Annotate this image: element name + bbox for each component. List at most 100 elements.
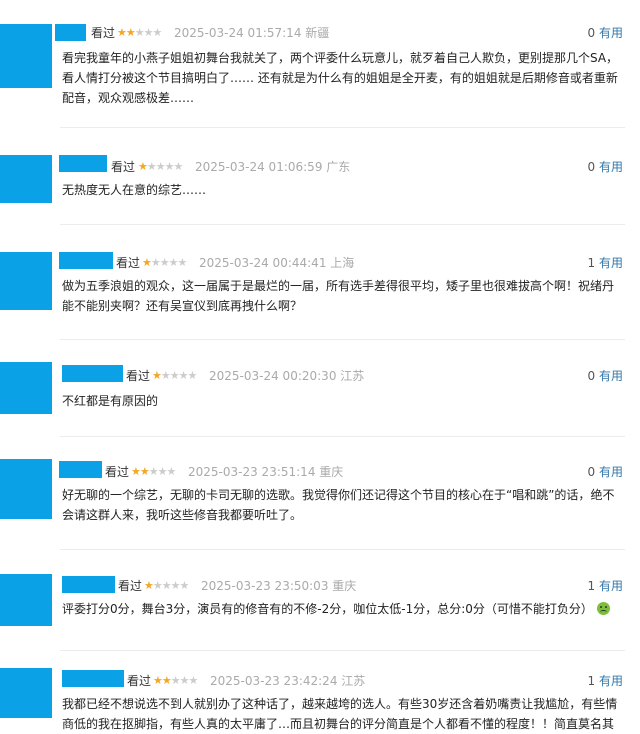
star-empty-icon: ★ — [157, 465, 168, 478]
username[interactable] — [59, 252, 113, 269]
rating-stars: ★★★★★ — [138, 159, 184, 175]
star-empty-icon: ★ — [155, 160, 166, 173]
useful-button[interactable]: 有用 — [599, 369, 623, 383]
username[interactable] — [62, 670, 124, 687]
avatar[interactable] — [0, 252, 52, 310]
watch-status: 看过 — [118, 579, 143, 593]
star-filled-icon: ★ — [153, 674, 163, 687]
useful-count: 1 — [587, 579, 596, 593]
star-empty-icon: ★ — [188, 674, 199, 687]
star-empty-icon: ★ — [148, 465, 159, 478]
rating-stars: ★★★★★ — [144, 578, 190, 594]
useful-vote: 0 有用 — [588, 368, 623, 384]
comment-region: 重庆 — [332, 579, 357, 593]
useful-vote: 1 有用 — [588, 673, 623, 689]
comment-text: 评委打分0分，舞台3分，演员有的修音有的不修-2分，咖位太低-1分，总分:0分（… — [62, 599, 622, 619]
useful-button[interactable]: 有用 — [599, 579, 623, 593]
comment-meta: 2025-03-24 00:20:30 江苏 — [209, 368, 364, 384]
avatar[interactable] — [0, 24, 52, 88]
useful-count: 0 — [587, 160, 596, 174]
username[interactable] — [55, 24, 86, 41]
star-empty-icon: ★ — [161, 579, 172, 592]
avatar[interactable] — [0, 155, 52, 203]
useful-button[interactable]: 有用 — [599, 256, 623, 270]
useful-button[interactable]: 有用 — [599, 674, 623, 688]
useful-button[interactable]: 有用 — [599, 465, 623, 479]
star-empty-icon: ★ — [159, 256, 170, 269]
star-filled-icon: ★ — [144, 579, 154, 592]
comment-meta: 2025-03-24 01:57:14 新疆 — [174, 25, 329, 41]
comment-time: 2025-03-23 23:50:03 — [201, 579, 329, 593]
comment-text: 我都已经不想说选不到人就别办了这种话了，越来越垮的选人。有些30岁还含着奶嘴责让… — [62, 697, 618, 731]
useful-button[interactable]: 有用 — [599, 26, 623, 40]
star-empty-icon: ★ — [160, 369, 171, 382]
star-empty-icon: ★ — [170, 674, 181, 687]
rating-stars: ★★★★★ — [142, 255, 188, 271]
star-empty-icon: ★ — [143, 26, 154, 39]
star-empty-icon: ★ — [166, 465, 177, 478]
useful-vote: 0 有用 — [588, 464, 623, 480]
watch-status: 看过 — [91, 26, 116, 40]
comment-text: 看完我童年的小燕子姐姐初舞台我就关了，两个评委什么玩意儿，就歹着自己人欺负，更别… — [62, 51, 619, 105]
useful-vote: 1 有用 — [588, 255, 623, 271]
useful-count: 0 — [587, 369, 596, 383]
watch-status: 看过 — [126, 369, 151, 383]
useful-button[interactable]: 有用 — [599, 160, 623, 174]
divider — [60, 549, 625, 550]
star-filled-icon: ★ — [138, 160, 148, 173]
star-filled-icon: ★ — [161, 674, 172, 687]
avatar[interactable] — [0, 668, 52, 718]
useful-vote: 1 有用 — [588, 578, 623, 594]
useful-count: 0 — [587, 465, 596, 479]
star-empty-icon: ★ — [177, 256, 188, 269]
comment-meta: 2025-03-24 00:44:41 上海 — [199, 255, 354, 271]
useful-count: 1 — [587, 674, 596, 688]
avatar[interactable] — [0, 574, 52, 626]
star-filled-icon: ★ — [152, 369, 162, 382]
comment-region: 重庆 — [319, 465, 344, 479]
comment-region: 上海 — [330, 256, 355, 270]
watch-status: 看过 — [111, 160, 136, 174]
watch-status: 看过 — [127, 674, 152, 688]
star-empty-icon: ★ — [150, 256, 161, 269]
sad-face-icon — [596, 602, 610, 615]
comment-meta: 2025-03-24 01:06:59 广东 — [195, 159, 350, 175]
rating-stars: ★★★★★ — [131, 464, 177, 480]
comment-region: 广东 — [326, 160, 351, 174]
star-empty-icon: ★ — [152, 26, 163, 39]
comment-time: 2025-03-23 23:51:14 — [188, 465, 316, 479]
star-empty-icon: ★ — [179, 579, 190, 592]
star-filled-icon: ★ — [131, 465, 141, 478]
rating-stars: ★★★★★ — [152, 368, 198, 384]
watch-status: 看过 — [105, 465, 130, 479]
comment-region: 江苏 — [341, 674, 366, 688]
star-filled-icon: ★ — [139, 465, 150, 478]
username[interactable] — [59, 461, 102, 478]
star-filled-icon: ★ — [117, 26, 127, 39]
avatar[interactable] — [0, 459, 52, 519]
comment-text: 无热度无人在意的综艺…… — [62, 183, 207, 197]
useful-vote: 0 有用 — [588, 25, 623, 41]
comment-text: 好无聊的一个综艺，无聊的卡司无聊的选歌。我觉得你们还记得这个节目的核心在于“唱和… — [62, 488, 615, 522]
divider — [60, 650, 625, 651]
avatar[interactable] — [0, 362, 52, 414]
star-empty-icon: ★ — [173, 160, 184, 173]
star-empty-icon: ★ — [134, 26, 145, 39]
watch-status: 看过 — [116, 256, 141, 270]
star-empty-icon: ★ — [169, 369, 180, 382]
username[interactable] — [62, 576, 115, 593]
useful-count: 1 — [587, 256, 596, 270]
comment-text: 做为五季浪姐的观众，这一届属于是最烂的一届，所有选手差得很平均，矮子里也很难拔高… — [62, 279, 615, 313]
star-empty-icon: ★ — [178, 369, 189, 382]
comment-meta: 2025-03-23 23:50:03 重庆 — [201, 578, 356, 594]
star-empty-icon: ★ — [152, 579, 163, 592]
divider — [60, 339, 625, 340]
star-empty-icon: ★ — [179, 674, 190, 687]
star-empty-icon: ★ — [168, 256, 179, 269]
star-empty-icon: ★ — [146, 160, 157, 173]
comment-meta: 2025-03-23 23:42:24 江苏 — [210, 673, 365, 689]
star-empty-icon: ★ — [187, 369, 198, 382]
useful-vote: 0 有用 — [588, 159, 623, 175]
username[interactable] — [59, 155, 107, 172]
username[interactable] — [62, 365, 123, 382]
